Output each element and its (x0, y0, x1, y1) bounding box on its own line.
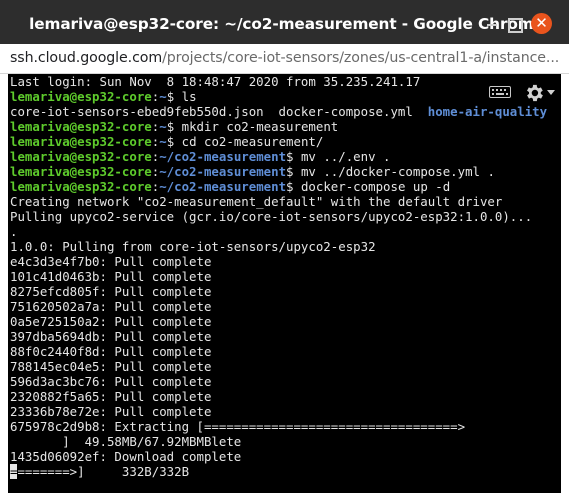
command-text: mkdir co2-measurement (181, 119, 339, 134)
command-text: docker-compose up -d (300, 179, 451, 194)
prompt-user-host: lemariva@esp32-core (10, 164, 152, 179)
output-text: 88f0c2440f8d: Pull complete (10, 344, 212, 359)
output-text: 23336b78e72e: Pull complete (10, 404, 212, 419)
output-text: 0a5e725150a2: Pull complete (10, 314, 212, 329)
terminal-line: 0a5e725150a2: Pull complete (10, 314, 547, 329)
prompt-path: ~ (159, 134, 167, 149)
prompt-path: ~ (159, 119, 167, 134)
output-text: 8275efcd805f: Pull complete (10, 284, 212, 299)
terminal-line: 101c41d0463b: Pull complete (10, 269, 547, 284)
output-text: 788145ec04e5: Pull complete (10, 359, 212, 374)
title-bar[interactable]: lemariva@esp32-core: ~/co2-measurement -… (0, 0, 569, 44)
output-text: 1435d06092ef: Download complete (10, 449, 242, 464)
output-text: 397dba5694db: Pull complete (10, 329, 212, 344)
output-text: Pulling upyco2-service (gcr.io/core-iot-… (10, 209, 533, 224)
terminal-line: 2320882f5a65: Pull complete (10, 389, 547, 404)
prompt-user-host: lemariva@esp32-core (10, 89, 152, 104)
maximize-button[interactable] (504, 14, 524, 34)
command-text: mv ../docker-compose.yml . (300, 164, 495, 179)
terminal-line: lemariva@esp32-core:~$ mkdir co2-measure… (10, 119, 547, 134)
prompt-path: ~/co2-measurement (159, 149, 287, 164)
command-text: cd co2-measurement/ (181, 134, 324, 149)
file-listing: core-iot-sensors-ebed9feb550d.json docke… (10, 104, 428, 119)
prompt-user-host: lemariva@esp32-core (10, 179, 152, 194)
terminal-line: core-iot-sensors-ebed9feb550d.json docke… (10, 104, 547, 119)
prompt-symbol: $ (166, 134, 182, 149)
terminal-line: 751620502a7a: Pull complete (10, 299, 547, 314)
terminal-line: ] 49.58MB/67.92MBMBlete (10, 434, 547, 449)
terminal-output: Last login: Sun Nov 8 18:48:47 2020 from… (10, 74, 547, 479)
chevron-down-icon[interactable] (547, 90, 555, 96)
prompt-symbol: $ (166, 89, 182, 104)
output-text: e4c3d3e4f7b0: Pull complete (10, 254, 212, 269)
prompt-symbol: $ (286, 149, 301, 164)
close-icon: ✕ (535, 14, 548, 32)
terminal-line: lemariva@esp32-core:~/co2-measurement$ m… (10, 164, 547, 179)
url-text[interactable]: ssh.cloud.google.com/projects/core-iot-s… (10, 50, 561, 68)
output-text: 2320882f5a65: Pull complete (10, 389, 212, 404)
terminal-line: 675978c2d9b8: Extracting [==============… (10, 419, 547, 434)
output-text: Creating network "co2-measurement_defaul… (10, 194, 503, 209)
terminal-line: Last login: Sun Nov 8 18:48:47 2020 from… (10, 74, 547, 89)
terminal-line: lemariva@esp32-core:~$ cd co2-measuremen… (10, 134, 547, 149)
output-text: 675978c2d9b8: Extracting [==============… (10, 419, 466, 434)
prompt-symbol: $ (286, 179, 301, 194)
command-text: ls (181, 89, 197, 104)
output-text: . (10, 224, 18, 239)
terminal-line: lemariva@esp32-core:~/co2-measurement$ m… (10, 149, 547, 164)
terminal-line: 23336b78e72e: Pull complete (10, 404, 547, 419)
keyboard-icon[interactable] (489, 86, 511, 98)
prompt-user-host: lemariva@esp32-core (10, 149, 152, 164)
close-button[interactable]: ✕ (531, 13, 552, 34)
command-text: mv ../.env . (300, 149, 391, 164)
terminal-line: 397dba5694db: Pull complete (10, 329, 547, 344)
terminal-line: Pulling upyco2-service (gcr.io/core-iot-… (10, 209, 547, 224)
terminal-line: e4c3d3e4f7b0: Pull complete (10, 254, 547, 269)
output-text: ] 49.58MB/67.92MBMBlete (10, 434, 242, 449)
output-text: 1.0.0: Pulling from core-iot-sensors/upy… (10, 239, 376, 254)
prompt-user-host: lemariva@esp32-core (10, 134, 152, 149)
terminal-line: 1435d06092ef: Download complete (10, 449, 547, 464)
output-text: Last login: Sun Nov 8 18:48:47 2020 from… (10, 74, 421, 89)
output-text: 596d3ac3bc76: Pull complete (10, 374, 212, 389)
browser-window: lemariva@esp32-core: ~/co2-measurement -… (0, 0, 569, 501)
address-bar[interactable]: ssh.cloud.google.com/projects/core-iot-s… (0, 44, 569, 74)
terminal[interactable]: Last login: Sun Nov 8 18:48:47 2020 from… (8, 74, 561, 493)
output-text: 751620502a7a: Pull complete (10, 299, 212, 314)
terminal-line: 88f0c2440f8d: Pull complete (10, 344, 547, 359)
terminal-line: 8275efcd805f: Pull complete (10, 284, 547, 299)
terminal-line: ========>] 332B/332B (10, 464, 547, 479)
prompt-path: ~ (159, 89, 167, 104)
output-text: 101c41d0463b: Pull complete (10, 269, 212, 284)
gear-icon[interactable] (523, 82, 545, 104)
minimize-button[interactable] (482, 14, 502, 34)
terminal-line: . (10, 224, 547, 239)
prompt-path: ~/co2-measurement (159, 179, 287, 194)
terminal-line: 788145ec04e5: Pull complete (10, 359, 547, 374)
url-path: /projects/core-iot-sensors/zones/us-cent… (162, 50, 560, 66)
url-host: ssh.cloud.google.com (10, 50, 163, 66)
terminal-line: lemariva@esp32-core:~$ ls (10, 89, 547, 104)
terminal-line: Creating network "co2-measurement_defaul… (10, 194, 547, 209)
terminal-line: 596d3ac3bc76: Pull complete (10, 374, 547, 389)
terminal-line: lemariva@esp32-core:~/co2-measurement$ d… (10, 179, 547, 194)
prompt-symbol: $ (286, 164, 301, 179)
prompt-path: ~/co2-measurement (159, 164, 287, 179)
output-text: =======>] 332B/332B (17, 464, 190, 479)
prompt-user-host: lemariva@esp32-core (10, 119, 152, 134)
terminal-line: 1.0.0: Pulling from core-iot-sensors/upy… (10, 239, 547, 254)
terminal-toolbar (475, 74, 561, 110)
prompt-symbol: $ (166, 119, 182, 134)
